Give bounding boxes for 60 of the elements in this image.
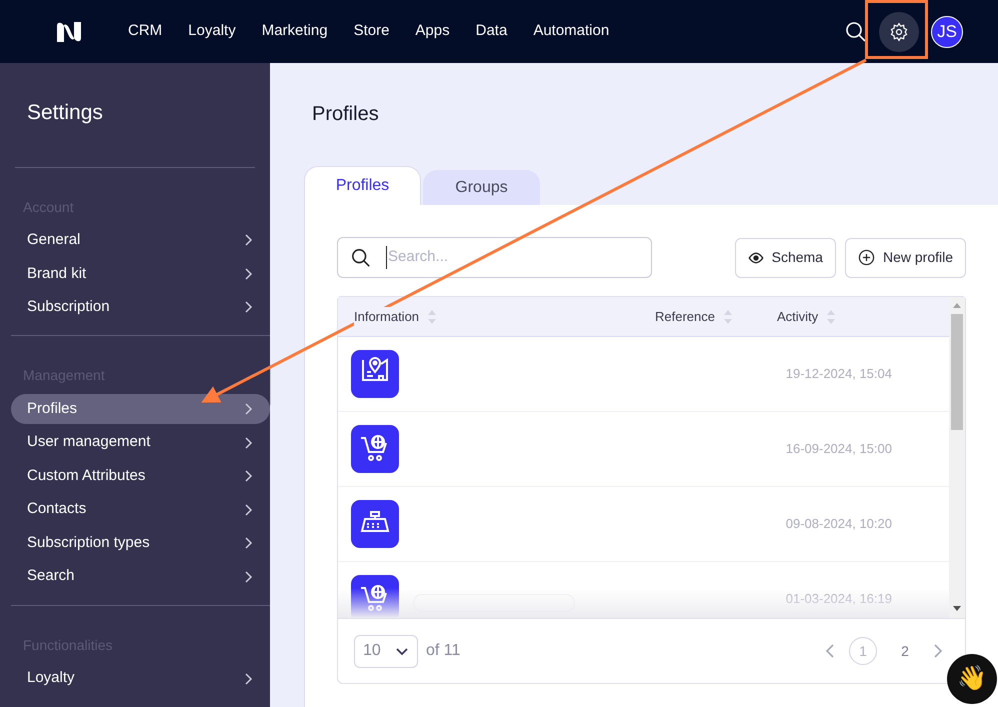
sidebar-item[interactable]: Subscription (11, 292, 270, 322)
chevron-down-icon (394, 646, 409, 656)
nav-link[interactable]: Marketing (262, 20, 328, 43)
cart-icon (351, 575, 399, 618)
search-input[interactable]: Search... (386, 246, 638, 269)
map-pin-icon (351, 350, 399, 398)
eye-icon (748, 250, 764, 266)
search-icon (351, 248, 371, 268)
previous-icon[interactable] (825, 643, 835, 659)
sidebar-item[interactable]: Loyalty (11, 664, 270, 694)
sidebar-item[interactable]: User management (11, 428, 270, 458)
sort-icon[interactable] (427, 308, 438, 326)
sidebar-item[interactable]: Subscription types (11, 528, 270, 558)
chevron-icon (244, 672, 254, 686)
add-button[interactable]: New profile (844, 238, 966, 278)
nav-link[interactable]: Automation (533, 20, 610, 43)
gear-icon (889, 22, 909, 42)
chevron-icon (244, 266, 254, 281)
nav-link[interactable]: Apps (415, 20, 450, 43)
search-field[interactable]: Search... (337, 237, 652, 278)
table-cell-text: 01-03-2024, 16:19 (786, 590, 892, 608)
page-count: of 11 (426, 641, 460, 661)
table-cell-text: 16-09-2024, 15:00 (786, 440, 892, 458)
chevron-icon (244, 402, 254, 416)
chevron-icon (244, 570, 254, 584)
cash-register-icon (351, 500, 399, 548)
table-cell-text: 09-08-2024, 10:20 (786, 515, 892, 534)
next-icon[interactable] (933, 643, 943, 659)
cart-icon (351, 425, 399, 473)
chevron-icon (244, 469, 254, 484)
tab[interactable]: Profiles (304, 166, 421, 205)
page-title: Profiles (311, 102, 380, 127)
sidebar-title: Settings (26, 100, 104, 126)
column-header[interactable]: Information (354, 306, 420, 326)
tab[interactable]: Groups (423, 170, 540, 205)
page-button[interactable]: 2 (891, 637, 919, 665)
settings-button[interactable] (879, 12, 919, 52)
chevron-icon (244, 536, 254, 550)
nav-link[interactable]: CRM (128, 20, 162, 43)
chevron-icon (244, 233, 254, 248)
sidebar-item[interactable]: Search (11, 562, 270, 592)
chevron-icon (244, 436, 254, 450)
sidebar-item[interactable]: Brand kit (11, 259, 270, 288)
sort-icon[interactable] (826, 308, 836, 326)
nav-link[interactable]: Store (354, 20, 390, 43)
nav-link[interactable]: Data (476, 20, 508, 43)
logo-icon[interactable] (54, 20, 84, 44)
sidebar-item[interactable]: General (11, 226, 270, 255)
chevron-icon (244, 502, 254, 517)
sidebar-item[interactable]: Contacts (11, 494, 270, 524)
chevron-icon (244, 300, 254, 314)
plus-circle-icon (858, 249, 875, 266)
nav-link[interactable]: Loyalty (188, 20, 236, 43)
search-icon[interactable] (845, 20, 867, 42)
table-cell-text: 19-12-2024, 15:04 (786, 365, 892, 384)
sidebar-item[interactable]: Custom Attributes (11, 461, 270, 491)
view-button[interactable]: Schema (734, 238, 836, 278)
sidebar-item[interactable]: Profiles (11, 394, 270, 424)
sort-icon[interactable] (722, 308, 733, 326)
user-avatar[interactable]: JS (931, 16, 963, 48)
